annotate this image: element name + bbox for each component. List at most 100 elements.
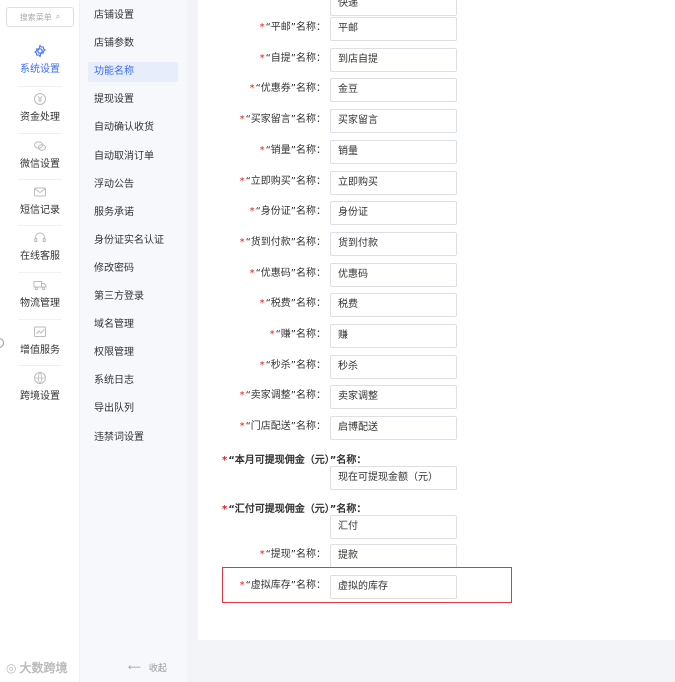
logo-icon: ◎	[6, 660, 17, 675]
name-field-2-input[interactable]: 金豆	[330, 78, 457, 103]
required-mark: *	[239, 421, 245, 433]
required-mark: *	[259, 144, 265, 156]
submenu-item[interactable]: 自动确认收货	[88, 118, 178, 138]
rail-item-label: 物流管理	[20, 298, 60, 309]
rail-item-7[interactable]: 跨境设置	[0, 371, 80, 402]
name-field-2-label: *“优惠券”名称：	[250, 78, 326, 102]
submenu-item[interactable]: 店铺参数	[88, 34, 178, 54]
rail-item-label: 系统设置	[20, 64, 60, 75]
name-field-3-input[interactable]: 买家留言	[330, 109, 457, 134]
name-field-7-row: *“货到付款”名称：	[198, 232, 326, 256]
name-field-11-input[interactable]: 秒杀	[330, 354, 457, 379]
brand-logo: ◎ 大数跨境	[6, 659, 68, 676]
name-field-11-label: *“秒杀”名称：	[260, 355, 326, 379]
name-field-3-row: *“买家留言”名称：	[198, 109, 326, 133]
name-field-10-input[interactable]: 赚	[330, 324, 457, 348]
required-mark: *	[239, 236, 245, 248]
sub-menu: 店铺设置店铺参数功能名称提现设置自动确认收货 自动取消订单 浮动公告服务承诺身份证实…	[80, 0, 187, 682]
monthly-commission-label: *“本月可提现佣金（元）”名称：	[222, 451, 366, 466]
name-field-7-input[interactable]: 货到付款	[330, 231, 457, 256]
submenu-item[interactable]: 浮动公告	[88, 175, 178, 195]
submenu-item[interactable]: 提现设置	[88, 90, 178, 110]
required-mark: *	[249, 206, 255, 218]
name-field-6-row: *“身份证”名称：	[198, 201, 326, 225]
huifu-commission-input[interactable]: 汇付	[330, 515, 457, 539]
name-field-0-label-text: “平邮”名称：	[265, 22, 326, 33]
name-field-9-input[interactable]: 税费	[330, 293, 457, 318]
gear-icon	[33, 44, 47, 58]
submenu-item[interactable]: 功能名称	[88, 62, 178, 83]
rail-item-0[interactable]: 系统设置	[0, 44, 80, 75]
rail-item-1[interactable]: 资金处理	[0, 92, 80, 123]
name-field-12-input[interactable]: 卖家调整	[330, 385, 457, 410]
brand-name: 大数跨境	[19, 661, 68, 675]
submenu-item[interactable]: 店铺设置	[88, 6, 178, 26]
submenu-item[interactable]: 修改密码	[88, 259, 178, 279]
rail-item-5[interactable]: 物流管理	[0, 278, 80, 309]
name-field-11-label-text: “秒杀”名称：	[265, 359, 326, 371]
name-field-1-input[interactable]: 到店自提	[330, 47, 457, 72]
submenu-item[interactable]: 导出队列	[88, 399, 178, 419]
name-field-10-label-text: “赚”名称：	[275, 329, 326, 340]
required-mark: *	[222, 504, 228, 515]
monthly-commission-input[interactable]: 现在可提现金额（元）	[330, 466, 457, 490]
monthly-commission-label-text: “本月可提现佣金（元）”名称：	[228, 455, 367, 466]
required-mark: *	[222, 455, 228, 466]
name-field-5-row: *“立即购买”名称：	[198, 171, 326, 195]
name-field-7-label: *“货到付款”名称：	[240, 232, 326, 256]
collapse-button[interactable]: ⟵ 收起	[128, 661, 167, 675]
globe-icon	[33, 371, 47, 385]
withdraw-label-text: “提现”名称：	[265, 549, 326, 560]
headset-icon	[33, 231, 47, 245]
submenu-item[interactable]: 系统日志	[88, 371, 178, 391]
rail-item-label: 短信记录	[20, 205, 60, 216]
chart-icon	[33, 325, 47, 339]
withdraw-input[interactable]: 提款	[330, 544, 457, 568]
rail-divider	[18, 86, 62, 87]
name-field-0-row: *“平邮”名称：	[198, 17, 326, 41]
rail-item-3[interactable]: 短信记录	[0, 185, 80, 216]
submenu-item[interactable]: 服务承诺	[88, 203, 178, 223]
rail-divider	[18, 272, 62, 273]
huifu-commission-label-text: “汇付可提现佣金（元）”名称：	[228, 504, 367, 515]
name-field-0-label: *“平邮”名称：	[260, 17, 326, 41]
name-field-5-input[interactable]: 立即购买	[330, 170, 457, 195]
name-field-8-label-text: “优惠码”名称：	[255, 267, 326, 279]
message-icon	[33, 185, 47, 199]
name-field-6-input[interactable]: 身份证	[330, 201, 457, 226]
collapse-label: 收起	[148, 664, 167, 674]
required-mark: *	[249, 83, 255, 95]
name-field-0-input[interactable]: 平邮	[330, 17, 457, 41]
name-field-8-label: *“优惠码”名称：	[250, 263, 326, 287]
submenu-item[interactable]: 第三方登录	[88, 287, 178, 307]
name-field-12-row: *“卖家调整”名称：	[198, 385, 326, 409]
submenu-item[interactable]: 域名管理	[88, 315, 178, 335]
rail-item-6[interactable]: 增值服务	[0, 325, 80, 356]
bottom-bar: ◎ 大数跨境 ⟵ 收起	[0, 652, 187, 682]
name-field-1-label-text: “自提”名称：	[265, 52, 326, 64]
name-field-8-input[interactable]: 优惠码	[330, 262, 457, 287]
name-field-13-input[interactable]: 启博配送	[330, 416, 457, 441]
menu-search-input[interactable]: 搜索菜单 ⌕	[6, 7, 74, 27]
required-mark: *	[269, 329, 275, 340]
rail-item-label: 在线客服	[20, 251, 60, 262]
rail-divider	[18, 319, 62, 320]
rail-divider	[18, 133, 62, 134]
submenu-item[interactable]: 违禁词设置	[88, 428, 178, 448]
name-field-4-input[interactable]: 销量	[330, 139, 457, 164]
submenu-item[interactable]: 权限管理	[88, 343, 178, 363]
rail-item-4[interactable]: 在线客服	[0, 231, 80, 262]
name-field-12-label-text: “卖家调整”名称：	[245, 390, 326, 402]
rail-item-label: 增值服务	[20, 345, 60, 356]
name-field-1-row: *“自提”名称：	[198, 48, 326, 72]
collapse-arrow-icon: ⟵	[128, 662, 141, 673]
name-field-8-row: *“优惠码”名称：	[198, 263, 326, 287]
search-placeholder: 搜索菜单	[19, 12, 52, 22]
submenu-item[interactable]: 身份证实名认证	[88, 231, 178, 251]
express-name-input[interactable]: 快递	[330, 0, 457, 16]
required-mark: *	[239, 114, 245, 126]
rail-item-2[interactable]: 微信设置	[0, 139, 80, 170]
submenu-item[interactable]: 自动取消订单	[88, 147, 178, 167]
left-nav-rail: 搜索菜单 ⌕ 系统设置资金处理微信设置短信记录在线客服物流管理增值服务跨境设置	[0, 0, 80, 682]
highlight-box	[222, 567, 512, 603]
